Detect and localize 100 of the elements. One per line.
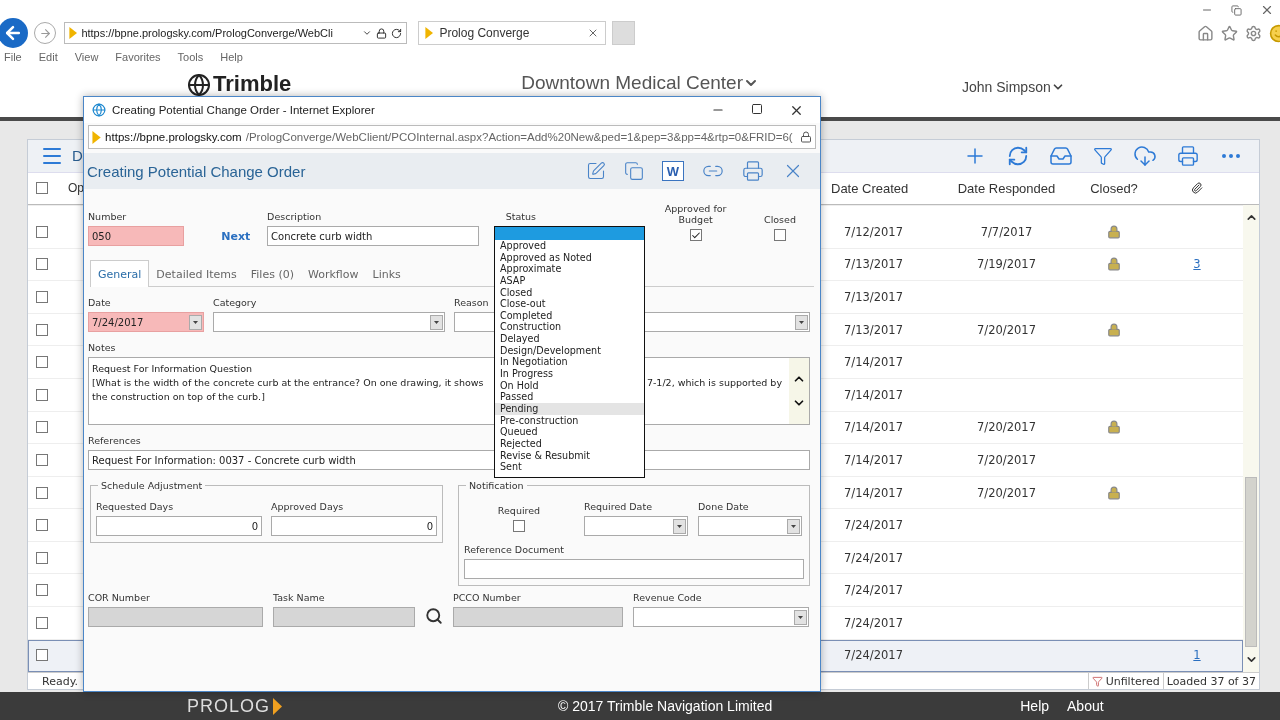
days-field[interactable]: 0 [271,516,437,536]
checkbox[interactable] [36,421,48,434]
forward-button[interactable] [34,22,56,44]
days-field[interactable]: 0 [96,516,262,536]
table-cell-text: 7/14/2017 [843,387,903,402]
printer-icon[interactable] [1177,144,1199,167]
notes-line: the construction on top of the curb.] [92,390,265,404]
maximize-icon[interactable] [751,102,763,115]
group-legend: Schedule Adjustment [98,480,206,491]
checkbox[interactable] [689,229,702,241]
menu-item[interactable]: Edit [38,51,58,64]
form-tab[interactable]: Detailed Items [149,262,244,286]
checkbox[interactable] [36,584,48,597]
attachment-link[interactable]: 3 [1193,257,1201,272]
description-field[interactable]: Concrete curb width [267,226,480,246]
field-label: Closed [764,214,796,225]
caret-icon[interactable] [362,28,372,38]
close-icon[interactable] [1260,3,1274,17]
caret-icon[interactable] [189,314,202,330]
checkbox[interactable] [36,649,48,662]
field-label: Reason [454,297,489,308]
logo-icon [187,73,211,98]
footer-link[interactable]: Help [1020,698,1050,715]
menu-item[interactable]: View [74,51,99,64]
refresh-icon[interactable] [391,27,402,39]
back-button[interactable] [0,18,28,48]
checkbox[interactable] [513,520,525,532]
checkbox[interactable] [36,551,48,564]
cloud-download-icon[interactable] [1133,143,1157,168]
form-tab[interactable]: Files (0) [243,262,301,286]
table-cell-text: 7/24/2017 [843,583,903,598]
checkbox[interactable] [36,182,48,195]
menu-item[interactable]: Help [220,51,243,64]
settings-icon[interactable] [1245,24,1262,42]
checkbox[interactable] [36,323,48,336]
checkbox[interactable] [36,453,48,466]
column-header: Date Created [831,180,909,196]
star-icon[interactable] [1221,24,1238,42]
caret-icon[interactable] [787,518,800,534]
field-label: Task Name [273,592,325,603]
filter-icon[interactable] [1093,145,1113,166]
search-icon[interactable] [425,607,443,625]
copy-icon[interactable] [624,161,644,181]
user-menu[interactable]: John Simpson [962,79,1065,96]
footer-link[interactable]: About [1067,698,1104,715]
address-path: /PrologConverge/WebClient/PCOInternal.aspx?Action=Add%20New&ped=1&pep=3&pp=4&rtp=0&FRID=6( [245,131,794,143]
checkbox[interactable] [36,519,48,532]
printer-icon[interactable] [742,160,764,182]
home-icon[interactable] [1197,24,1214,42]
browser-tab[interactable]: Prolog Converge [418,21,606,45]
caret-icon[interactable] [794,609,807,625]
word-button[interactable]: W [662,161,684,181]
checkbox[interactable] [36,290,48,303]
field-label: Done Date [698,501,749,512]
number-field[interactable]: 050 [88,226,184,246]
field-label: Status [505,211,536,222]
reference-document-field[interactable] [464,559,804,579]
scroll-thumb[interactable] [1245,477,1257,648]
close-icon[interactable] [587,27,599,39]
paperclip-icon [1191,182,1203,195]
checkbox[interactable] [36,356,48,369]
menu-item[interactable]: Tools [177,51,204,64]
footer-brand: PROLOG [187,695,271,717]
field-label: References [88,435,141,446]
table-cell-text: 7/14/2017 [843,420,903,435]
logo-text: Trimble [213,71,292,98]
date-select[interactable] [698,516,802,536]
next-link[interactable]: Next [215,230,259,243]
date-select[interactable] [584,516,688,536]
attachment-link[interactable]: 1 [1193,648,1201,663]
checkbox[interactable] [36,225,48,238]
menu-item[interactable]: Favorites [115,51,161,64]
group-legend: Notification [466,480,527,491]
edit-icon[interactable] [586,161,606,181]
menu-item[interactable]: File [4,51,22,64]
checkbox[interactable] [36,258,48,271]
date-field[interactable]: 7/24/2017 [88,312,204,332]
caret-icon[interactable] [795,314,808,330]
caret-icon[interactable] [430,314,443,330]
revenue-code-select[interactable] [633,607,809,627]
checkbox[interactable] [36,486,48,499]
form-tab[interactable]: General [90,260,150,287]
category-select[interactable] [213,312,445,332]
form-tab[interactable]: Workflow [301,262,366,286]
table-cell-text: 7/13/2017 [843,289,903,304]
notes-line: [What is the width of the concrete curb at the entrance? On one drawing, it shows [92,376,484,390]
checkbox[interactable] [36,616,48,629]
address-bar[interactable]: https://bpne.prologsky.com/PrologConverge/WebCli [64,22,407,44]
form-tab[interactable]: Links [365,262,408,286]
filter-status: Unfiltered [1087,673,1163,690]
project-selector[interactable]: Downtown Medical Center [521,72,759,95]
restore-icon[interactable] [1231,4,1242,16]
field-label: Approved Days [271,501,344,512]
field-label: Category [213,297,257,308]
checkbox[interactable] [36,388,48,401]
table-cell: 7/20/2017 [977,322,1036,337]
play-icon [92,130,102,144]
checkbox[interactable] [774,229,786,241]
caret-icon[interactable] [673,518,686,534]
table-cell-text: 7/14/2017 [843,485,903,500]
